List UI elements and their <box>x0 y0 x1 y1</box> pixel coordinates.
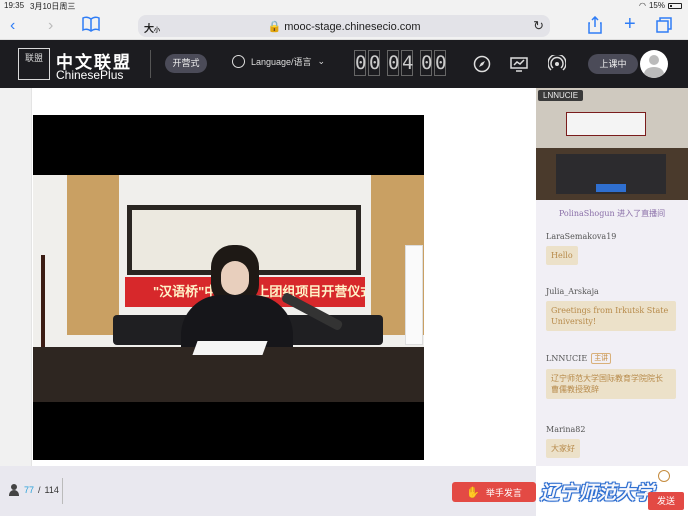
compass-icon[interactable] <box>473 55 491 73</box>
emoji-icon[interactable] <box>658 470 670 482</box>
total-count: 114 <box>44 485 59 495</box>
timer-digit: 0 <box>354 50 367 76</box>
broadcast-icon[interactable] <box>547 53 567 73</box>
reload-icon[interactable]: ↻ <box>533 18 544 34</box>
user-avatar[interactable] <box>640 50 668 78</box>
speaker-face <box>221 261 249 295</box>
camera-screen <box>566 112 646 136</box>
coat-rack <box>41 255 45 355</box>
in-class-button[interactable]: 上课中 <box>588 54 638 74</box>
language-selector[interactable]: Language/语言 ⌄ <box>232 55 325 68</box>
tabs-icon[interactable] <box>656 17 672 38</box>
address-bar[interactable]: 大小 🔒 mooc-stage.chinesecio.com ↻ <box>138 15 550 37</box>
wifi-icon: ◠ <box>639 1 646 10</box>
app-header: 联盟 中文联盟 ChinesePlus 开营式 Language/语言 ⌄ 0 … <box>0 40 688 88</box>
camera-sign <box>596 184 626 192</box>
chat-bubble: 大家好 <box>546 439 580 458</box>
battery-percent: 15% <box>648 1 665 10</box>
presenter-tag: 主讲 <box>591 353 612 364</box>
main-stage: "汉语桥"中俄青年上团组项目开营仪式 <box>0 88 536 466</box>
chevron-down-icon: ⌄ <box>317 56 326 66</box>
timer-digit: 0 <box>420 50 433 76</box>
timer-digit: 0 <box>387 50 400 76</box>
chat-message: Marina82 大家好 <box>546 425 682 458</box>
bottom-bar: 77 / 114 ✋ 举手发言 <box>0 466 536 516</box>
chat-bubble: Hello <box>546 246 578 265</box>
browser-toolbar: ‹ › 大小 🔒 mooc-stage.chinesecio.com ↻ + <box>0 12 688 40</box>
timer-digit: 4 <box>401 50 414 76</box>
send-button[interactable]: 发送 <box>648 492 684 510</box>
battery-icon <box>668 2 682 9</box>
teacher-camera[interactable]: LNNUCIE <box>536 88 688 200</box>
share-icon[interactable] <box>588 15 602 39</box>
chat-message: LNNUCIE 主讲 辽宁师范大学国际教育学院院长 曹儒教授致辞 <box>546 353 682 399</box>
camera-badge: LNNUCIE <box>538 90 584 101</box>
status-date: 3月10日周三 <box>30 2 76 11</box>
online-count: 77 <box>24 485 35 495</box>
logo-english: ChinesePlus <box>56 68 124 82</box>
chat-sender: Marina82 <box>546 425 586 434</box>
header-divider <box>150 50 151 78</box>
chat-sender: Julia_Arskaja <box>546 287 599 296</box>
desk <box>33 347 424 402</box>
hand-icon: ✋ <box>466 486 480 499</box>
language-label: Language/语言 <box>251 57 312 67</box>
forward-icon[interactable]: › <box>48 17 53 35</box>
status-time: 19:35 <box>4 1 25 10</box>
new-tab-icon[interactable]: + <box>624 14 636 34</box>
chat-sender: LaraSemakova19 <box>546 232 617 241</box>
chat-bubble: Greetings from Irkutsk State University! <box>546 301 676 331</box>
screen-share-icon[interactable] <box>510 55 528 73</box>
chat-input-area[interactable]: 辽宁师范大学 发送 <box>536 466 688 516</box>
university-watermark: 辽宁师范大学 <box>540 482 655 504</box>
mode-button[interactable]: 开营式 <box>165 54 207 73</box>
status-right: ◠ 15% <box>639 1 682 10</box>
speech-papers <box>192 341 268 355</box>
url-text: 🔒 mooc-stage.chinesecio.com <box>267 21 421 33</box>
class-timer: 0 0 0 4 0 0 <box>354 50 446 76</box>
right-sidebar: LNNUCIE PolinaShogun 进入了直播间 LaraSemakova… <box>536 88 688 466</box>
video-frame: "汉语桥"中俄青年上团组项目开营仪式 <box>33 175 424 402</box>
timer-digit: 0 <box>434 50 447 76</box>
stand <box>405 245 423 345</box>
chat-message: Julia_Arskaja Greetings from Irkutsk Sta… <box>546 287 682 331</box>
participant-count[interactable]: 77 / 114 <box>8 484 59 496</box>
wood-panel-left <box>67 175 119 335</box>
chat-bubble: 辽宁师范大学国际教育学院院长 曹儒教授致辞 <box>546 369 676 399</box>
globe-icon <box>232 55 245 68</box>
left-panel <box>0 88 32 466</box>
logo-mark: 联盟 <box>18 48 50 80</box>
raise-hand-button[interactable]: ✋ 举手发言 <box>452 482 536 502</box>
video-player[interactable]: "汉语桥"中俄青年上团组项目开营仪式 <box>33 115 424 460</box>
raise-hand-label: 举手发言 <box>485 487 522 498</box>
bottom-divider <box>62 478 63 504</box>
timer-digit: 0 <box>368 50 381 76</box>
bookmarks-icon[interactable] <box>82 16 100 37</box>
chat-message: LaraSemakova19 Hello <box>546 232 682 265</box>
ios-status-bar: 19:35 3月10日周三 ◠ 15% <box>0 0 688 12</box>
people-icon <box>8 484 20 496</box>
back-icon[interactable]: ‹ <box>10 17 15 35</box>
chat-sender: LNNUCIE 主讲 <box>546 353 682 364</box>
system-message: PolinaShogun 进入了直播间 <box>558 209 666 218</box>
